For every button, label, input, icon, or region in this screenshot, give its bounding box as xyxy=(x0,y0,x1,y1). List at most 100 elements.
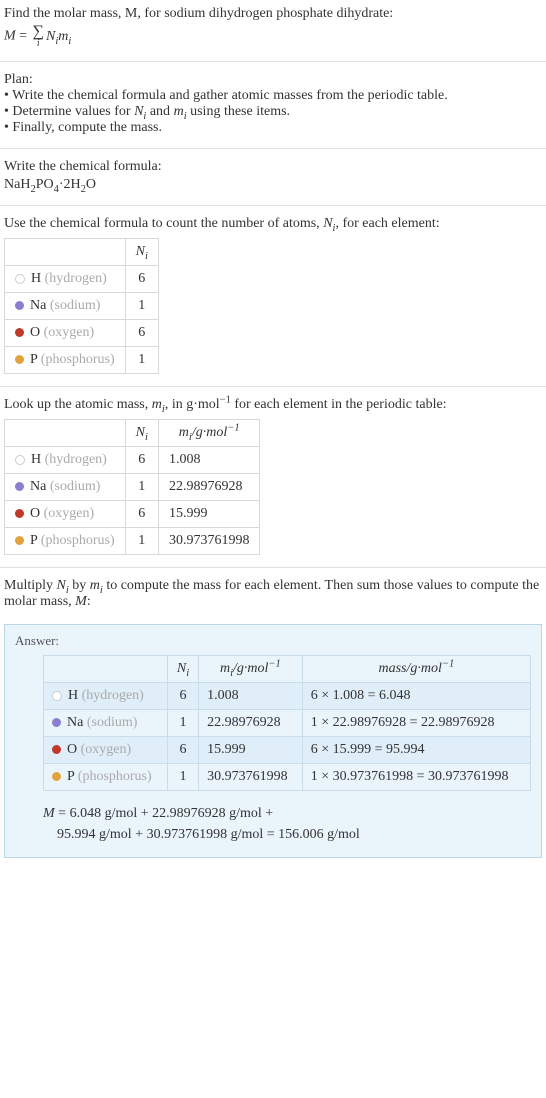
table-row: Na (sodium) 1 22.98976928 1 × 22.9897692… xyxy=(44,710,531,737)
element-cell: H (hydrogen) xyxy=(5,266,126,293)
element-name: (sodium) xyxy=(87,715,138,730)
element-dot-icon xyxy=(52,691,62,701)
element-symbol: P xyxy=(67,769,74,784)
header-blank xyxy=(44,656,168,683)
table-row: H (hydrogen) 6 xyxy=(5,266,159,293)
header-ni: Ni xyxy=(125,239,158,266)
plan-b2-b: and xyxy=(146,104,173,119)
intro-text: Find the molar mass, M, for sodium dihyd… xyxy=(4,6,542,22)
plan-title: Plan: xyxy=(4,72,542,88)
element-dot-icon xyxy=(15,301,24,310)
divider xyxy=(0,386,546,387)
ni-cell: 6 xyxy=(167,683,198,710)
mass-title-a: Look up the atomic mass, xyxy=(4,397,152,412)
plan-bullet-1: • Write the chemical formula and gather … xyxy=(4,88,542,104)
mi-cell: 22.98976928 xyxy=(199,710,303,737)
element-symbol: Na xyxy=(30,298,46,313)
header-mass: mass/g·mol−1 xyxy=(302,656,530,683)
element-name: (phosphorus) xyxy=(41,352,115,367)
mass-title-b: , in g·mol xyxy=(165,397,220,412)
plan-section: Plan: • Write the chemical formula and g… xyxy=(0,66,546,144)
element-name: (phosphorus) xyxy=(78,769,152,784)
compute-mi: mi xyxy=(90,578,103,593)
mass-title-mi: mi xyxy=(152,397,165,412)
table-row: P (phosphorus) 1 30.973761998 xyxy=(5,528,260,555)
intro-section: Find the molar mass, M, for sodium dihyd… xyxy=(0,0,546,57)
final-eq-line1: M = 6.048 g/mol + 22.98976928 g/mol + xyxy=(43,803,531,824)
element-cell: H (hydrogen) xyxy=(44,683,168,710)
mi-cell: 30.973761998 xyxy=(199,764,303,791)
ni-cell: 1 xyxy=(167,710,198,737)
element-name: (sodium) xyxy=(50,479,101,494)
compute-M: M xyxy=(75,594,87,609)
chemical-formula: NaH2PO4·2H2O xyxy=(4,177,542,193)
element-cell: O (oxygen) xyxy=(44,737,168,764)
eq-lhs: M xyxy=(4,29,16,44)
element-cell: Na (sodium) xyxy=(5,293,126,320)
element-dot-icon xyxy=(15,509,24,518)
header-blank xyxy=(5,239,126,266)
count-section: Use the chemical formula to count the nu… xyxy=(0,210,546,382)
mass-cell: 6 × 15.999 = 95.994 xyxy=(302,737,530,764)
table-row: H (hydrogen) 6 1.008 xyxy=(5,447,260,474)
formula-section: Write the chemical formula: NaH2PO4·2H2O xyxy=(0,153,546,201)
ni-cell: 1 xyxy=(125,528,158,555)
mass-cell: 6 × 1.008 = 6.048 xyxy=(302,683,530,710)
count-title-a: Use the chemical formula to count the nu… xyxy=(4,216,323,231)
plan-b2-a: • Determine values for xyxy=(4,104,134,119)
mass-title: Look up the atomic mass, mi, in g·mol−1 … xyxy=(4,397,542,413)
divider xyxy=(0,205,546,206)
count-title-ni: Ni xyxy=(323,216,335,231)
element-symbol: P xyxy=(30,352,37,367)
element-dot-icon xyxy=(15,536,24,545)
intro-line1: Find the molar mass, M, for sodium dihyd… xyxy=(4,6,393,21)
mi-cell: 1.008 xyxy=(158,447,260,474)
mi-cell: 22.98976928 xyxy=(158,474,260,501)
formula-title: Write the chemical formula: xyxy=(4,159,542,175)
plan-b2-mi: mi xyxy=(174,104,187,119)
element-name: (phosphorus) xyxy=(41,533,115,548)
header-mi: mi/g·mol−1 xyxy=(158,420,260,447)
divider xyxy=(0,61,546,62)
header-blank xyxy=(5,420,126,447)
header-ni: Ni xyxy=(125,420,158,447)
sigma-icon: ∑i xyxy=(33,24,44,49)
element-name: (hydrogen) xyxy=(45,452,107,467)
element-cell: P (phosphorus) xyxy=(5,528,126,555)
ni-cell: 6 xyxy=(125,320,158,347)
mass-table: Ni mi/g·mol−1 H (hydrogen) 6 1.008 Na (s… xyxy=(4,419,260,555)
element-dot-icon xyxy=(15,328,24,337)
element-symbol: P xyxy=(30,533,37,548)
ni-cell: 6 xyxy=(125,266,158,293)
compute-a: Multiply xyxy=(4,578,57,593)
element-cell: P (phosphorus) xyxy=(5,347,126,374)
plan-b2-ni: Ni xyxy=(134,104,146,119)
compute-section: Multiply Ni by mi to compute the mass fo… xyxy=(0,572,546,618)
element-name: (oxygen) xyxy=(44,325,95,340)
element-symbol: Na xyxy=(67,715,83,730)
element-name: (hydrogen) xyxy=(82,688,144,703)
answer-table: Ni mi/g·mol−1 mass/g·mol−1 H (hydrogen) … xyxy=(43,655,531,791)
mass-section: Look up the atomic mass, mi, in g·mol−1 … xyxy=(0,391,546,563)
element-dot-icon xyxy=(15,274,25,284)
table-row: P (phosphorus) 1 xyxy=(5,347,159,374)
mi-cell: 1.008 xyxy=(199,683,303,710)
element-cell: Na (sodium) xyxy=(44,710,168,737)
element-name: (hydrogen) xyxy=(45,271,107,286)
table-row: O (oxygen) 6 15.999 xyxy=(5,501,260,528)
plan-bullet-2: • Determine values for Ni and mi using t… xyxy=(4,104,542,120)
plan-bullet-3: • Finally, compute the mass. xyxy=(4,120,542,136)
element-cell: O (oxygen) xyxy=(5,320,126,347)
element-symbol: H xyxy=(31,452,41,467)
plan-b2-c: using these items. xyxy=(187,104,290,119)
mi-cell: 15.999 xyxy=(199,737,303,764)
element-name: (oxygen) xyxy=(44,506,95,521)
ni-cell: 6 xyxy=(125,501,158,528)
element-dot-icon xyxy=(15,455,25,465)
element-dot-icon xyxy=(15,355,24,364)
element-name: (oxygen) xyxy=(81,742,132,757)
table-header-row: Ni mi/g·mol−1 xyxy=(5,420,260,447)
compute-b: by xyxy=(69,578,90,593)
ni-cell: 1 xyxy=(125,347,158,374)
count-title: Use the chemical formula to count the nu… xyxy=(4,216,542,232)
